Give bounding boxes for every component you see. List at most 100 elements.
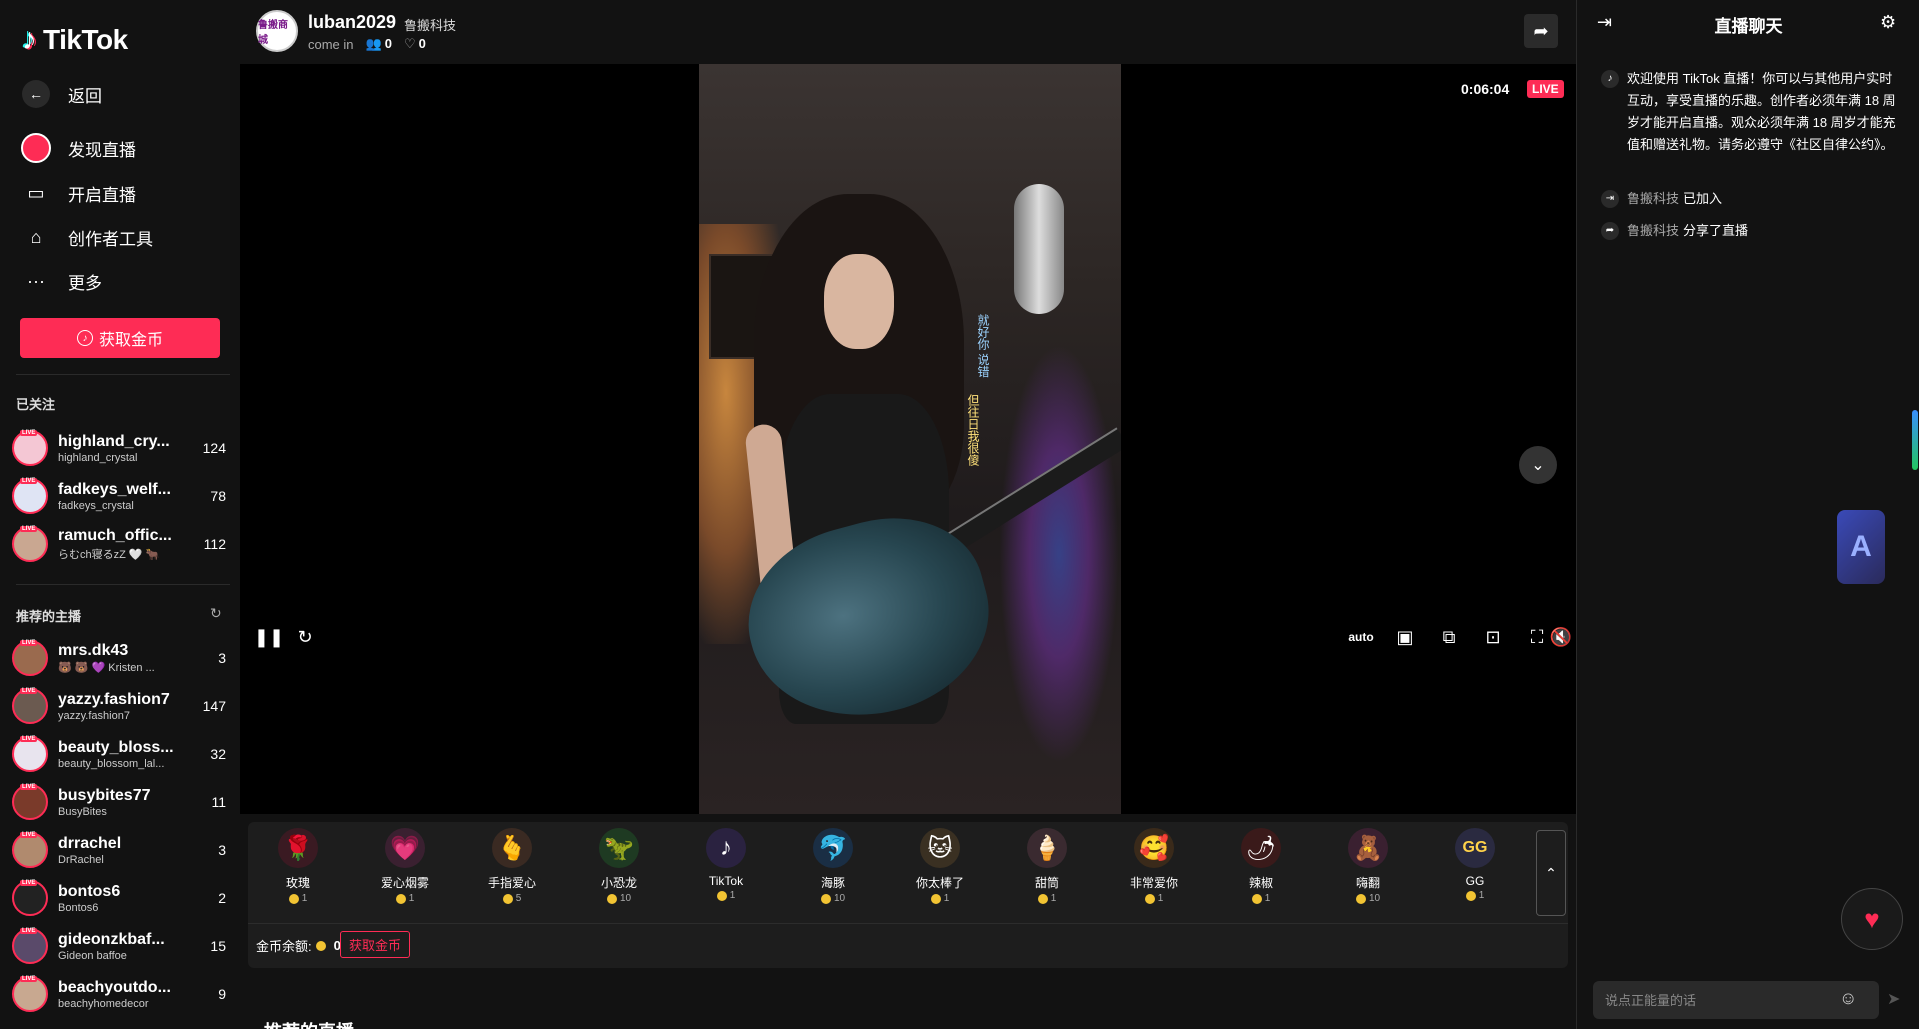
following-item[interactable]: LIVE highland_cry... highland_crystal 124: [12, 426, 230, 470]
chevron-up-icon: ⌃: [1545, 864, 1557, 881]
avatar: LIVE: [12, 976, 48, 1012]
share-button[interactable]: ➦: [1524, 14, 1558, 48]
coin-icon: [502, 893, 513, 904]
viewer-count: 9: [218, 986, 226, 1002]
event-user[interactable]: 鲁搬科技: [1627, 191, 1679, 206]
chat-input[interactable]: [1593, 981, 1879, 1019]
recommended-item[interactable]: LIVE beauty_bloss... beauty_blossom_lal..…: [12, 732, 230, 776]
tiktok-note-icon: ♪: [1601, 70, 1619, 88]
host-avatar[interactable]: 鲁搬商城: [256, 10, 298, 52]
event-action: 分享了直播: [1683, 223, 1749, 238]
quality-button[interactable]: auto: [1348, 624, 1374, 650]
gift-price: 5: [502, 893, 521, 904]
next-stream-button[interactable]: ⌄: [1519, 446, 1557, 484]
live-video[interactable]: 就好你 说错 但往日我很傻: [699, 64, 1121, 814]
gift-item[interactable]: 🌹 玫瑰 1: [248, 828, 348, 912]
back-button[interactable]: ← 返回: [18, 76, 102, 112]
gift-emoji: 💗: [390, 834, 420, 862]
event-user[interactable]: 鲁搬科技: [1627, 223, 1679, 238]
gift-item[interactable]: ♪ TikTok 1: [676, 828, 776, 912]
nav-label: 更多: [68, 273, 102, 293]
gift-emoji: 🧸: [1353, 834, 1383, 862]
gift-item[interactable]: 🫰 手指爱心 5: [462, 828, 562, 912]
following-item[interactable]: LIVE fadkeys_welf... fadkeys_crystal 78: [12, 474, 230, 518]
recommended-item[interactable]: LIVE drrachel DrRachel 3: [12, 828, 230, 872]
gift-name: 小恐龙: [600, 876, 637, 890]
gift-item[interactable]: 🌶 辣椒 1: [1211, 828, 1311, 912]
nav-label: 开启直播: [68, 185, 136, 205]
nav-go-live[interactable]: ▭ 开启直播: [18, 175, 136, 211]
viewer-stat: 👥 0: [366, 36, 392, 52]
gift-emoji: 🐱: [927, 834, 953, 862]
gift-item[interactable]: 🧸 嗨翻 10: [1318, 828, 1418, 912]
pause-button[interactable]: ❚❚: [253, 624, 285, 650]
viewer-count: 2: [218, 890, 226, 906]
picture-button[interactable]: ▣: [1392, 624, 1418, 650]
more-icon: ···: [27, 270, 45, 291]
creator-name: busybites77: [58, 786, 151, 804]
lyrics-overlay: 就好你 说错: [976, 314, 990, 378]
gift-item[interactable]: 🦖 小恐龙 10: [569, 828, 669, 912]
host-name[interactable]: luban2029: [308, 12, 396, 33]
recommended-item[interactable]: LIVE mrs.dk43 🐻 🐻 💜 Kristen ... 3: [12, 636, 230, 680]
pause-icon: ❚❚: [253, 626, 285, 647]
avatar: LIVE: [12, 928, 48, 964]
gift-price: 1: [1251, 893, 1270, 904]
gift-item[interactable]: 💗 爱心烟雾 1: [355, 828, 455, 912]
floating-widget[interactable]: A: [1837, 510, 1885, 584]
viewer-count: 78: [210, 488, 226, 504]
expand-gifts-button[interactable]: ⌃: [1536, 830, 1566, 916]
creator-name: highland_cry...: [58, 432, 170, 450]
nav-creator-tools[interactable]: ⌂ 创作者工具: [18, 219, 153, 255]
coin-icon: [1465, 890, 1476, 901]
get-coins-button[interactable]: ♪ 获取金币: [20, 318, 220, 358]
video-neon: [999, 344, 1119, 764]
gift-emoji: 🌹: [283, 834, 313, 862]
refresh-icon: ↻: [297, 626, 313, 647]
live-tag: LIVE: [20, 784, 38, 790]
gift-item[interactable]: 🐬 海豚 10: [783, 828, 883, 912]
mute-button[interactable]: 🔇: [1548, 624, 1574, 650]
gift-item[interactable]: 🍦 甜筒 1: [997, 828, 1097, 912]
emoji-icon[interactable]: ☺: [1839, 988, 1857, 1009]
gift-price-value: 1: [1478, 890, 1485, 901]
gift-price-value: 1: [408, 893, 415, 904]
following-item[interactable]: LIVE ramuch_offic... らむch寝るzZ 🤍 🐂 112: [12, 522, 230, 566]
creator-sub: Bontos6: [58, 901, 99, 914]
recommended-item[interactable]: LIVE beachyoutdo... beachyhomedecor 9: [12, 972, 230, 1016]
chat-scrollbar[interactable]: [1912, 410, 1918, 470]
gift-item[interactable]: GG GG 1: [1425, 828, 1525, 912]
gift-price: 1: [716, 890, 735, 901]
following-title: 已关注: [16, 397, 56, 412]
recommended-item[interactable]: LIVE busybites77 BusyBites 11: [12, 780, 230, 824]
coin-icon: [288, 893, 299, 904]
refresh-button[interactable]: ↻: [292, 624, 318, 650]
tiktok-logo[interactable]: ♪ TikTok: [22, 24, 128, 56]
get-coins-small-button[interactable]: 获取金币: [340, 931, 411, 958]
gear-icon[interactable]: ⚙: [1880, 12, 1896, 33]
nav-more[interactable]: ··· 更多: [18, 263, 102, 299]
send-icon[interactable]: ➤: [1887, 989, 1900, 1009]
recommended-item[interactable]: LIVE yazzy.fashion7 yazzy.fashion7 147: [12, 684, 230, 728]
refresh-icon[interactable]: ↻: [210, 605, 222, 622]
image-icon: ▣: [1396, 626, 1414, 647]
stream-header: 鲁搬商城 luban2029 鲁搬科技 come in 👥 0 ♡ 0 ➦: [240, 0, 1576, 64]
recommended-item[interactable]: LIVE bontos6 Bontos6 2: [12, 876, 230, 920]
share-icon: ➦: [1601, 222, 1619, 240]
rotate-button[interactable]: ⧉: [1436, 624, 1462, 650]
like-button[interactable]: ♥: [1841, 888, 1903, 950]
fullscreen-button[interactable]: ⛶: [1524, 624, 1550, 650]
like-count: 0: [418, 36, 426, 51]
recommended-item[interactable]: LIVE gideonzkbaf... Gideon baffoe 15: [12, 924, 230, 968]
video-player[interactable]: 就好你 说错 但往日我很傻 0:06:04 LIVE ⌄ ❚❚ ↻ auto ▣…: [240, 64, 1576, 814]
gift-panel: 🌹 玫瑰 1 💗 爱心烟雾 1 🫰 手指爱心 5 🦖 小恐龙 10 ♪ TikT…: [248, 822, 1568, 968]
creator-sub: BusyBites: [58, 805, 107, 818]
gift-price-value: 1: [1050, 893, 1057, 904]
gift-price: 1: [1465, 890, 1485, 901]
viewer-count: 3: [218, 650, 226, 666]
nav-discover-live[interactable]: 发现直播: [18, 130, 136, 166]
pip-button[interactable]: ⊡: [1480, 624, 1506, 650]
gift-item[interactable]: 🐱 你太棒了 1: [890, 828, 990, 912]
gift-icon: GG: [1455, 828, 1495, 868]
gift-item[interactable]: 🥰 非常爱你 1: [1104, 828, 1204, 912]
